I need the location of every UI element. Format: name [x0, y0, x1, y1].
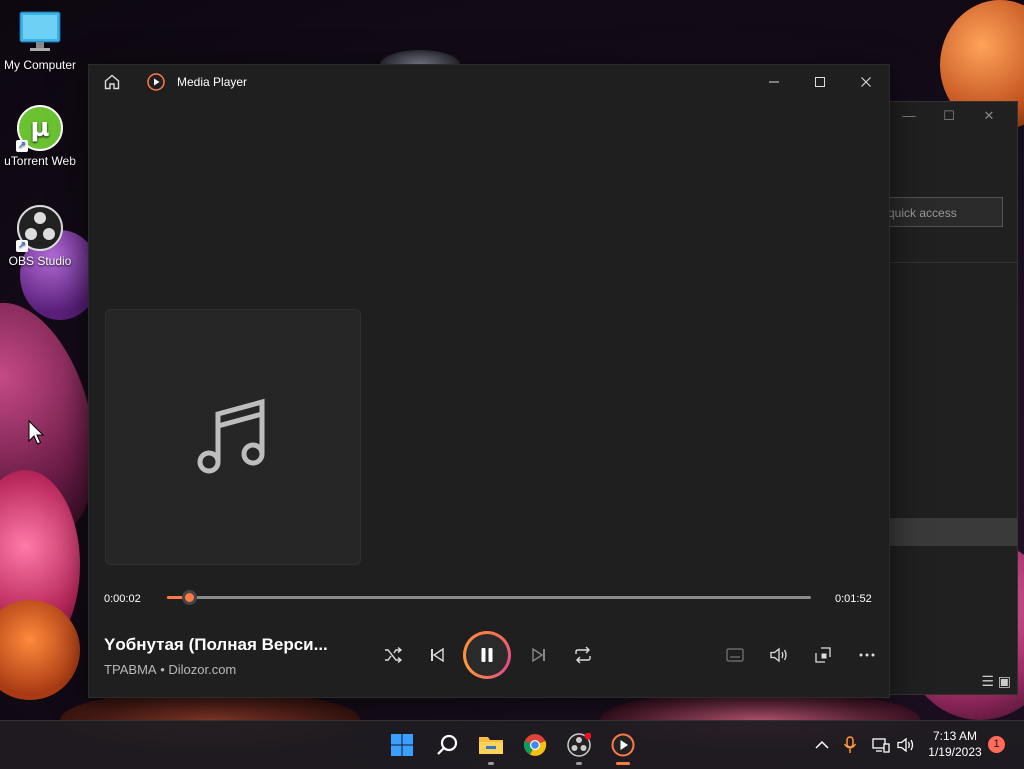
next-icon [532, 647, 545, 663]
search-icon[interactable] [431, 729, 463, 761]
previous-button[interactable] [421, 639, 453, 671]
chevron-up-icon[interactable] [812, 735, 832, 755]
volume-icon [770, 647, 787, 663]
chrome-icon[interactable] [519, 729, 551, 761]
more-options-button[interactable] [851, 639, 883, 671]
monitor-icon [16, 8, 64, 56]
quick-access-search-input[interactable]: quick access [881, 197, 1003, 227]
close-icon [861, 77, 871, 87]
clock-date: 1/19/2023 [928, 745, 982, 759]
music-note-icon [197, 398, 265, 474]
desktop-icon-label: My Computer [3, 58, 77, 72]
home-icon[interactable] [103, 73, 121, 91]
details-view-icon[interactable]: ☰ [981, 673, 994, 689]
time-elapsed: 0:00:02 [104, 593, 141, 605]
media-player-icon[interactable] [607, 729, 639, 765]
utorrent-icon: µ ↗ [16, 104, 64, 152]
desktop-icon-label: uTorrent Web [4, 154, 76, 168]
minimize-button[interactable] [751, 65, 797, 99]
clock-time: 7:13 AM [932, 729, 978, 743]
minimize-icon [769, 81, 779, 83]
close-button[interactable] [843, 65, 889, 99]
miniplayer-icon [815, 647, 831, 663]
pause-button[interactable] [463, 631, 511, 679]
desktop-icon-utorrent[interactable]: µ ↗ uTorrent Web [0, 104, 80, 168]
album-art-placeholder [105, 309, 361, 565]
time-total: 0:01:52 [835, 593, 872, 605]
speaker-icon[interactable] [896, 735, 916, 755]
maximize-icon [815, 77, 825, 87]
captions-icon [726, 648, 744, 662]
minimize-icon[interactable]: — [889, 108, 929, 123]
desktop-icon-obs[interactable]: ↗ OBS Studio [0, 204, 80, 268]
previous-icon [431, 647, 444, 663]
track-title: Yобнутая (Полная Верси... [104, 635, 328, 654]
title-bar[interactable]: Media Player [89, 65, 889, 99]
microphone-icon[interactable] [840, 735, 860, 755]
maximize-button[interactable] [797, 65, 843, 99]
mouse-cursor-icon [28, 419, 45, 451]
divider [871, 262, 1017, 263]
seek-thumb[interactable] [182, 590, 197, 605]
list-item[interactable] [871, 518, 1017, 546]
obs-icon: ↗ [16, 204, 64, 252]
repeat-icon [575, 646, 591, 664]
repeat-button[interactable] [567, 639, 599, 671]
maximize-icon[interactable]: ☐ [929, 108, 969, 124]
desktop-icon-label: OBS Studio [8, 254, 72, 268]
notification-badge[interactable]: 1 [988, 736, 1005, 753]
running-indicator [576, 762, 582, 765]
more-icon [859, 653, 875, 657]
shuffle-icon [385, 646, 403, 664]
seek-bar[interactable] [167, 590, 811, 605]
miniplayer-button[interactable] [807, 639, 839, 671]
svg-text:µ: µ [30, 113, 49, 143]
shortcut-arrow-icon: ↗ [16, 240, 28, 252]
track-artist[interactable]: ТРАВМА • Dilozor.com [104, 662, 236, 677]
captions-button[interactable] [719, 639, 751, 671]
close-icon[interactable]: ✕ [969, 108, 1009, 124]
taskbar[interactable]: 7:13 AM 1/19/2023 1 [0, 720, 1024, 769]
pause-icon [481, 648, 493, 662]
shuffle-button[interactable] [377, 639, 409, 671]
obs-studio-icon[interactable] [563, 729, 595, 765]
window-title: Media Player [177, 75, 248, 89]
next-button[interactable] [523, 639, 555, 671]
background-window[interactable]: — ☐ ✕ quick access ☰ ▣ [870, 101, 1018, 695]
windows-start-icon[interactable] [386, 729, 418, 761]
desktop-icon-my-computer[interactable]: My Computer [0, 8, 80, 72]
media-player-app-icon [147, 73, 165, 91]
running-indicator [488, 762, 494, 765]
media-player-window[interactable]: Media Player 0:00:02 0:01:52 Yобнутая (П… [88, 64, 890, 698]
file-explorer-icon[interactable] [475, 729, 507, 765]
system-clock[interactable]: 7:13 AM 1/19/2023 [922, 728, 988, 760]
network-icon[interactable] [871, 735, 891, 755]
active-indicator [616, 762, 630, 765]
tiles-view-icon[interactable]: ▣ [998, 673, 1011, 689]
shortcut-arrow-icon: ↗ [16, 140, 28, 152]
volume-button[interactable] [763, 639, 795, 671]
